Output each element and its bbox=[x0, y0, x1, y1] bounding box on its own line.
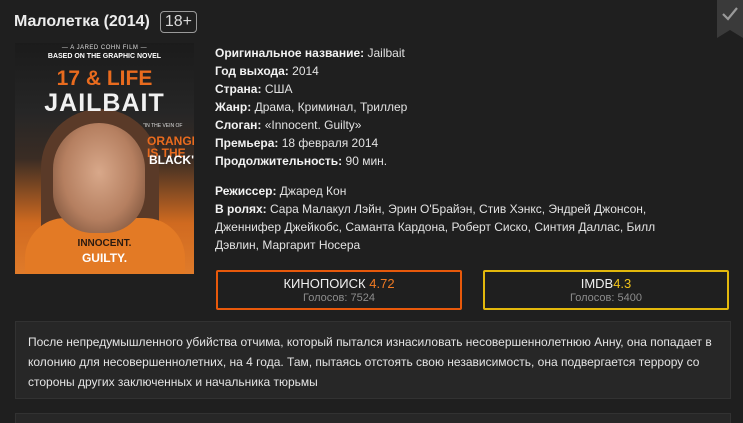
imdb-rating-box[interactable]: IMDB4.3 Голосов: 5400 bbox=[483, 270, 729, 310]
imdb-label: IMDB bbox=[580, 276, 614, 291]
movie-poster[interactable]: — A JARED COHN FILM — BASED ON THE GRAPH… bbox=[15, 43, 194, 274]
poster-bottom-line1: INNOCENT. bbox=[77, 238, 132, 249]
title-row: Малолетка (2014) 18+ bbox=[14, 8, 197, 36]
checkmark-icon bbox=[722, 7, 738, 21]
info-value: 2014 bbox=[292, 64, 319, 78]
info-value: США bbox=[264, 82, 293, 96]
movie-description: После непредумышленного убийства отчима,… bbox=[15, 321, 731, 399]
info-label: Продолжительность: bbox=[215, 154, 343, 168]
movie-title: Малолетка (2014) bbox=[14, 13, 150, 30]
info-value: 18 февраля 2014 bbox=[281, 136, 379, 150]
info-label: Страна: bbox=[215, 82, 262, 96]
info-premiere: Премьера: 18 февраля 2014 bbox=[215, 134, 735, 152]
info-cast: В ролях: Сара Малакул Лэйн, Эрин О'Брайэ… bbox=[215, 200, 685, 254]
favorite-toggle[interactable] bbox=[717, 0, 743, 30]
info-label: Год выхода: bbox=[215, 64, 289, 78]
kinopoisk-label: КИНОПОИСК bbox=[283, 276, 366, 291]
info-director: Режиссер: Джаред Кон bbox=[215, 182, 735, 200]
corner-ribbon bbox=[717, 30, 743, 38]
info-duration: Продолжительность: 90 мин. bbox=[215, 152, 735, 170]
poster-title-line1: 17 & LIFE bbox=[56, 67, 153, 90]
info-year: Год выхода: 2014 bbox=[215, 62, 735, 80]
info-label: Жанр: bbox=[215, 100, 252, 114]
info-value: Jailbait bbox=[367, 46, 405, 60]
info-value: Сара Малакул Лэйн, Эрин О'Брайэн, Стив Х… bbox=[215, 202, 656, 252]
poster-side-black: BLACK" bbox=[149, 153, 194, 167]
imdb-value: 4.3 bbox=[613, 276, 632, 291]
poster-side-note: "IN THE VEIN OF bbox=[143, 123, 183, 129]
info-value: Драма, Криминал, Триллер bbox=[254, 100, 408, 114]
imdb-rating-line: IMDB4.3 bbox=[485, 276, 727, 291]
info-value: «Innocent. Guilty» bbox=[264, 118, 362, 132]
info-genre: Жанр: Драма, Криминал, Триллер bbox=[215, 98, 735, 116]
poster-bottom-line2: GUILTY. bbox=[81, 251, 128, 265]
info-value: 90 мин. bbox=[345, 154, 388, 168]
imdb-votes: Голосов: 5400 bbox=[570, 292, 642, 304]
poster-tagline-top: — A JARED COHN FILM — bbox=[61, 45, 148, 51]
info-value: Джаред Кон bbox=[279, 184, 347, 198]
info-slogan: Слоган: «Innocent. Guilty» bbox=[215, 116, 735, 134]
kinopoisk-value: 4.72 bbox=[369, 276, 395, 291]
poster-face bbox=[53, 123, 145, 233]
age-rating-badge: 18+ bbox=[159, 11, 197, 33]
movie-info: Оригинальное название: Jailbait Год выхо… bbox=[215, 44, 735, 254]
info-original-title: Оригинальное название: Jailbait bbox=[215, 44, 735, 62]
poster-title-line2: JAILBAIT bbox=[44, 89, 165, 117]
kinopoisk-rating-line: КИНОПОИСК 4.72 bbox=[218, 276, 460, 291]
info-label: Режиссер: bbox=[215, 184, 277, 198]
kinopoisk-rating-box[interactable]: КИНОПОИСК 4.72 Голосов: 7524 bbox=[216, 270, 462, 310]
next-section-panel bbox=[15, 413, 731, 423]
info-label: Премьера: bbox=[215, 136, 279, 150]
info-label: Оригинальное название: bbox=[215, 46, 365, 60]
info-label: В ролях: bbox=[215, 202, 267, 216]
poster-tagline-top2: BASED ON THE GRAPHIC NOVEL bbox=[47, 53, 162, 60]
info-label: Слоган: bbox=[215, 118, 262, 132]
info-country: Страна: США bbox=[215, 80, 735, 98]
kinopoisk-votes: Голосов: 7524 bbox=[303, 292, 375, 304]
